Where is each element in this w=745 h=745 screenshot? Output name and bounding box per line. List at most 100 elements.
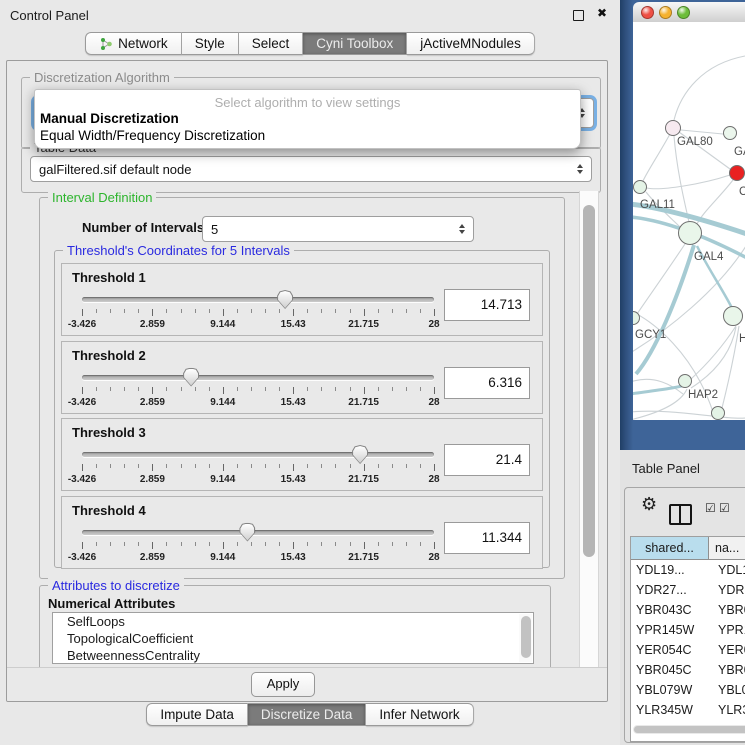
tick-label: 2.859	[140, 319, 165, 330]
tab-style[interactable]: Style	[182, 32, 239, 55]
tick-label: -3.426	[68, 397, 96, 408]
slider-track[interactable]	[82, 530, 434, 535]
table-row[interactable]: YBR045CYBR0	[631, 660, 745, 680]
table-data-combobox[interactable]: galFiltered.sif default node	[30, 156, 592, 182]
split-columns-icon[interactable]	[669, 504, 692, 525]
network-node-c[interactable]	[729, 165, 745, 181]
network-node[interactable]	[711, 406, 725, 420]
network-node-hap2[interactable]	[678, 374, 692, 388]
tick-label: 15.43	[281, 474, 306, 485]
slider-ticks	[82, 387, 434, 395]
number-of-intervals-combobox[interactable]: 5	[202, 216, 474, 242]
number-of-intervals-value: 5	[203, 222, 455, 237]
threshold-value-field[interactable]: 11.344	[444, 522, 530, 554]
list-item[interactable]: SelfLoops	[53, 613, 533, 630]
table-row[interactable]: YDL19...YDL1	[631, 560, 745, 580]
tick-label: 2.859	[140, 474, 165, 485]
slider-track[interactable]	[82, 297, 434, 302]
panel-scrollbar[interactable]	[579, 191, 599, 667]
table-row[interactable]: YIL052CYIL0	[631, 720, 745, 723]
threshold-4-slider[interactable]: -3.4262.8599.14415.4321.71528	[82, 522, 434, 568]
close-traffic-light-icon[interactable]	[641, 6, 654, 19]
tab-network[interactable]: Network	[85, 32, 182, 55]
table-row[interactable]: YBL079WYBL0	[631, 680, 745, 700]
tab-label: Select	[252, 36, 290, 51]
minimize-traffic-light-icon[interactable]	[659, 6, 672, 19]
network-node-h[interactable]	[723, 306, 743, 326]
checkbox-icon[interactable]: ☑	[705, 501, 716, 515]
cell-shared-name: YDR27...	[631, 580, 709, 600]
threshold-value-field[interactable]: 6.316	[444, 367, 530, 399]
column-header-shared[interactable]: shared...	[631, 537, 709, 560]
table-row[interactable]: YER054CYER0	[631, 640, 745, 660]
list-item[interactable]: BetweennessCentrality	[53, 647, 533, 664]
tab-discretize-data[interactable]: Discretize Data	[248, 703, 367, 726]
attributes-list-scrollbar[interactable]	[519, 614, 532, 662]
table-row[interactable]: YLR345WYLR3	[631, 700, 745, 720]
tab-label: Infer Network	[379, 707, 459, 722]
numerical-attributes-list[interactable]: SelfLoopsTopologicalCoefficientBetweenne…	[52, 612, 534, 664]
network-node-ga[interactable]	[723, 126, 737, 140]
slider-thumb-icon[interactable]	[183, 368, 199, 387]
control-panel-titlebar: Control Panel ✖	[0, 0, 620, 28]
network-node-gal80[interactable]	[665, 120, 681, 136]
cyni-toolbox-pane: Discretization Algorithm Select algorith…	[6, 60, 608, 702]
threshold-label: Threshold 2	[62, 342, 542, 363]
cell-shared-name: YLR345W	[631, 700, 709, 720]
tab-impute-data[interactable]: Impute Data	[146, 703, 248, 726]
threshold-1-slider[interactable]: -3.4262.8599.14415.4321.71528	[82, 289, 434, 335]
tick-label: -3.426	[68, 319, 96, 330]
threshold-panel: Threshold 3-3.4262.8599.14415.4321.71528…	[61, 418, 543, 491]
cell-name: YER0	[709, 640, 745, 660]
tick-label: 15.43	[281, 397, 306, 408]
tab-jactivemnodules[interactable]: jActiveMNodules	[407, 32, 535, 55]
slider-thumb-icon[interactable]	[352, 445, 368, 464]
right-column: GAL80GACGAL11GAL4GCY1HHAP2 Table Panel ⚙…	[620, 0, 745, 745]
network-node-label: C	[739, 186, 745, 198]
cell-name: YLR3	[709, 700, 745, 720]
table-horizontal-scrollbar[interactable]	[633, 725, 745, 734]
tab-cyni-toolbox[interactable]: Cyni Toolbox	[303, 32, 407, 55]
network-node-label: GAL80	[677, 136, 713, 148]
cell-shared-name: YBL079W	[631, 680, 709, 700]
cell-name: YDR2	[709, 580, 745, 600]
slider-track[interactable]	[82, 375, 434, 380]
panel-scrollbar-thumb[interactable]	[583, 205, 595, 557]
list-item[interactable]: TopologicalCoefficient	[53, 630, 533, 647]
tick-label: 21.715	[348, 552, 379, 563]
thresholds-group-title: Threshold's Coordinates for 5 Intervals	[63, 243, 294, 258]
table-row[interactable]: YBR043CYBR0	[631, 600, 745, 620]
network-node-gal4[interactable]	[678, 221, 702, 245]
slider-thumb-icon[interactable]	[239, 523, 255, 542]
network-node-gal11[interactable]	[633, 180, 647, 194]
network-canvas[interactable]: GAL80GACGAL11GAL4GCY1HHAP2	[633, 22, 745, 420]
threshold-2-slider[interactable]: -3.4262.8599.14415.4321.71528	[82, 367, 434, 413]
slider-track[interactable]	[82, 452, 434, 457]
table-header-row: shared...na...	[631, 537, 745, 560]
network-icon	[99, 37, 113, 51]
gear-icon[interactable]: ⚙	[641, 494, 657, 515]
tick-label: 21.715	[348, 319, 379, 330]
threshold-panel: Threshold 2 -3.4262.8599.14415.4321.71528…	[61, 341, 543, 414]
column-header-na[interactable]: na...	[709, 537, 745, 560]
threshold-3-slider[interactable]: -3.4262.8599.14415.4321.71528	[82, 444, 434, 490]
threshold-value-field[interactable]: 14.713	[444, 289, 530, 321]
table-row[interactable]: YDR27...YDR2	[631, 580, 745, 600]
close-panel-icon[interactable]: ✖	[597, 6, 607, 20]
zoom-traffic-light-icon[interactable]	[677, 6, 690, 19]
apply-button[interactable]: Apply	[251, 672, 315, 697]
threshold-value-field[interactable]: 21.4	[444, 444, 530, 476]
tab-label: jActiveMNodules	[420, 36, 521, 51]
cell-shared-name: YIL052C	[631, 720, 709, 723]
menu-item-equal-width-frequency[interactable]: Equal Width/Frequency Discretization	[35, 127, 580, 144]
menu-item-manual-discretization[interactable]: Manual Discretization	[35, 110, 580, 127]
cell-shared-name: YBR045C	[631, 660, 709, 680]
checkbox-icon[interactable]: ☑	[719, 501, 730, 515]
tab-infer-network[interactable]: Infer Network	[366, 703, 473, 726]
network-window-titlebar	[633, 2, 745, 23]
tab-select[interactable]: Select	[239, 32, 304, 55]
network-node-label: GAL11	[640, 199, 675, 211]
slider-thumb-icon[interactable]	[277, 290, 293, 309]
float-panel-icon[interactable]	[573, 10, 584, 21]
table-row[interactable]: YPR145WYPR1	[631, 620, 745, 640]
